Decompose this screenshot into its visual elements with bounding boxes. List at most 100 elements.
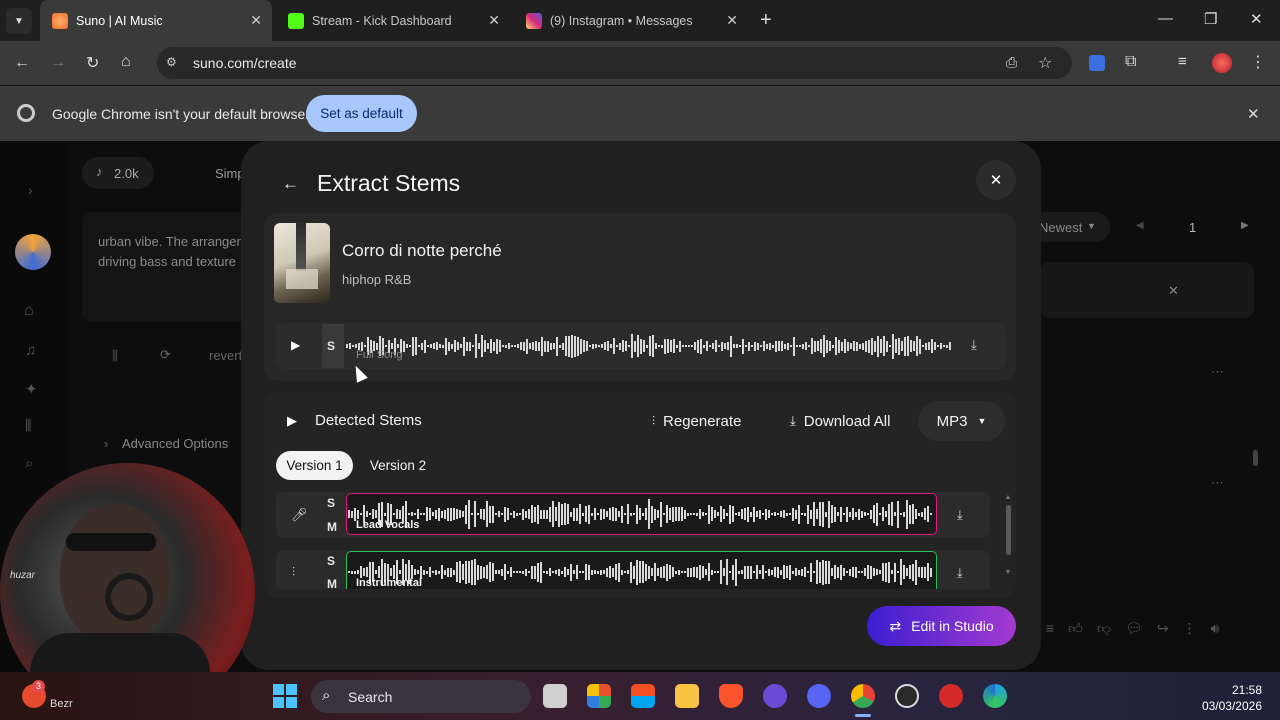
minimize-icon[interactable]: —: [1158, 10, 1173, 27]
waveform-bar: [523, 341, 525, 351]
solo-button[interactable]: S: [327, 496, 335, 510]
waveform-bar: [741, 509, 743, 519]
scroll-down-icon[interactable]: ▼: [1003, 569, 1013, 576]
clear-filter-icon[interactable]: ✕: [1168, 283, 1179, 299]
chrome-menu-icon[interactable]: ⋮: [1250, 52, 1266, 72]
search-nav-icon[interactable]: ⌕: [25, 455, 33, 472]
scroll-up-icon[interactable]: ▲: [1003, 494, 1013, 501]
waveform-bar: [906, 568, 908, 576]
tab-suno[interactable]: Suno | AI Music ✕: [40, 0, 272, 41]
new-tab-button[interactable]: +: [760, 9, 772, 32]
version-2-tab[interactable]: Version 2: [359, 451, 437, 480]
download-stem-icon[interactable]: ⤓: [957, 565, 963, 581]
waveform-bar: [565, 336, 567, 356]
more-icon[interactable]: ⋮: [1183, 620, 1197, 642]
close-modal-button[interactable]: ✕: [976, 160, 1016, 200]
more-options-icon[interactable]: ⋯: [1211, 475, 1224, 491]
close-infobar-icon[interactable]: ✕: [1247, 105, 1260, 123]
tab-search-button[interactable]: ▼: [6, 8, 32, 34]
volume-icon[interactable]: 🔊︎: [1211, 620, 1220, 642]
share-icon[interactable]: ↪: [1157, 620, 1169, 642]
waveform-bar: [576, 565, 578, 579]
stems-scrollbar[interactable]: ▲ ▼: [1003, 494, 1013, 586]
back-icon[interactable]: ←: [14, 54, 30, 72]
waveform-bar: [547, 340, 549, 352]
tab-instagram[interactable]: (9) Instagram • Messages ✕: [514, 0, 748, 41]
download-all-button[interactable]: ⤓ Download All: [790, 402, 890, 440]
brave-icon[interactable]: [719, 684, 743, 708]
extension-shield-icon[interactable]: [1089, 55, 1105, 71]
install-app-icon[interactable]: ⎙: [1006, 54, 1017, 71]
media-controls-icon[interactable]: ≡: [1178, 53, 1187, 70]
site-info-icon[interactable]: ⚙: [166, 55, 177, 69]
revert-text[interactable]: revert: [209, 348, 242, 363]
mute-button[interactable]: M: [327, 520, 337, 534]
next-page-icon[interactable]: ▶: [1241, 220, 1249, 231]
explore-nav-icon[interactable]: ✦: [25, 380, 38, 398]
store-icon[interactable]: [631, 684, 655, 708]
chrome-icon[interactable]: [851, 684, 875, 708]
create-nav-icon[interactable]: ♫: [25, 342, 36, 359]
file-explorer-icon[interactable]: [675, 684, 699, 708]
library-nav-icon[interactable]: ⫼: [25, 417, 31, 434]
widgets-icon[interactable]: [587, 684, 611, 708]
bookmark-star-icon[interactable]: ☆: [1038, 53, 1052, 73]
close-tab-icon[interactable]: ✕: [250, 12, 262, 29]
download-full-song-icon[interactable]: ⤓: [971, 337, 977, 353]
reload-icon[interactable]: ↻: [86, 53, 99, 73]
dislike-icon[interactable]: 👎︎: [1097, 620, 1111, 642]
close-tab-icon[interactable]: ✕: [726, 12, 738, 29]
edge-icon[interactable]: [983, 684, 1007, 708]
start-button[interactable]: [273, 684, 297, 708]
mute-button[interactable]: M: [327, 577, 337, 589]
app-circle-icon[interactable]: [763, 684, 787, 708]
suno-logo[interactable]: [15, 234, 51, 270]
full-song-waveform[interactable]: [346, 326, 952, 366]
more-options-icon[interactable]: ⋯: [1211, 364, 1224, 380]
play-full-song-button[interactable]: ▶: [291, 338, 300, 352]
waveform-bar: [481, 335, 483, 357]
waveform-bar: [759, 509, 761, 519]
version-1-tab[interactable]: Version 1: [276, 451, 353, 480]
scrollbar-thumb[interactable]: [1253, 450, 1258, 466]
home-nav-icon[interactable]: ⌂: [24, 302, 34, 320]
obs-icon[interactable]: [895, 684, 919, 708]
prev-page-icon[interactable]: ◀: [1136, 220, 1144, 231]
waveform-bar: [366, 511, 368, 517]
waveform-bar: [817, 341, 819, 351]
taskbar-search-box[interactable]: [311, 680, 531, 713]
restore-icon[interactable]: ❐: [1204, 10, 1217, 28]
close-tab-icon[interactable]: ✕: [488, 12, 500, 29]
taskbar-clock[interactable]: 21:58 03/03/2026: [1198, 682, 1262, 714]
solo-button[interactable]: S: [327, 554, 335, 568]
waveform-bar: [750, 565, 752, 579]
tab-kick[interactable]: Stream - Kick Dashboard ✕: [276, 0, 510, 41]
library-icon[interactable]: ⫼: [112, 348, 118, 364]
waveform-bar: [432, 571, 434, 573]
close-window-icon[interactable]: ✕: [1250, 10, 1263, 28]
back-arrow-icon[interactable]: ←: [282, 174, 299, 194]
profile-avatar[interactable]: [1212, 53, 1232, 73]
app-red-icon[interactable]: [939, 684, 963, 708]
play-stems-button[interactable]: ▶: [287, 413, 297, 429]
edit-in-studio-button[interactable]: ⇄ Edit in Studio: [867, 606, 1016, 646]
task-view-icon[interactable]: [543, 684, 567, 708]
set-as-default-button[interactable]: Set as default: [306, 95, 417, 132]
extensions-puzzle-icon[interactable]: ⧉: [1125, 53, 1136, 71]
waveform-bar: [360, 513, 362, 515]
forward-icon[interactable]: →: [50, 54, 66, 72]
queue-icon[interactable]: ≡: [1046, 620, 1054, 642]
home-icon[interactable]: ⌂: [121, 53, 131, 71]
comment-icon[interactable]: 💬︎: [1125, 620, 1143, 642]
expand-sidebar-icon[interactable]: ›: [28, 182, 33, 198]
download-stem-icon[interactable]: ⤓: [957, 507, 963, 523]
scrollbar-thumb[interactable]: [1005, 505, 1011, 555]
discord-icon[interactable]: [807, 684, 831, 708]
shuffle-icon[interactable]: ⟳: [160, 347, 171, 363]
waveform-bar: [756, 565, 758, 579]
advanced-options-text[interactable]: Advanced Options: [122, 436, 228, 451]
like-icon[interactable]: 👍︎: [1068, 620, 1083, 642]
format-select[interactable]: MP3 ▼: [918, 401, 1005, 441]
regenerate-button[interactable]: ⫶ Regenerate: [652, 402, 741, 440]
waveform-bar: [894, 512, 896, 516]
